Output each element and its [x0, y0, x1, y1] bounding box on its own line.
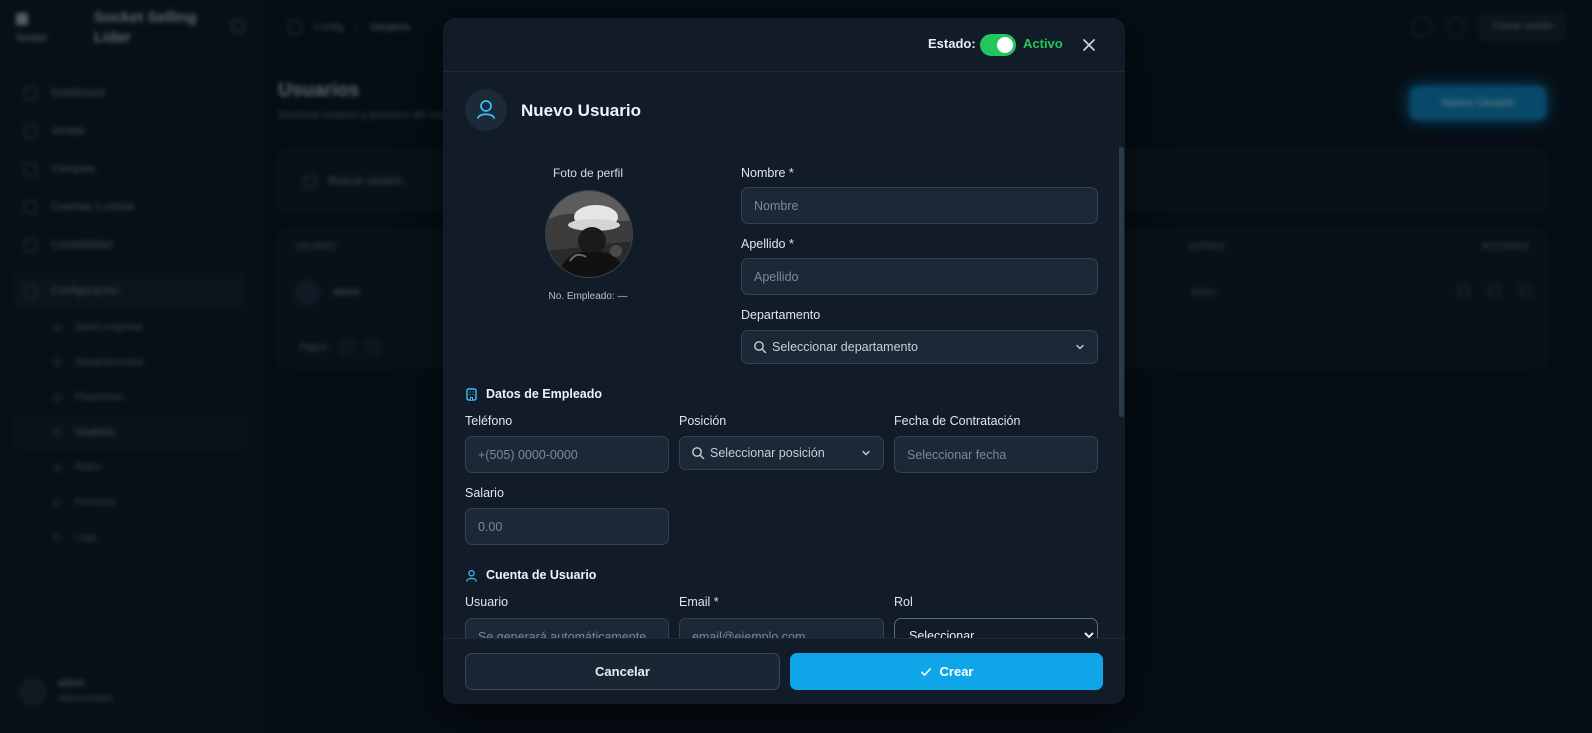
toggle-knob [997, 37, 1013, 53]
modal-header: Estado: Activo [443, 18, 1125, 72]
modal-body: Nuevo Usuario Foto de perfil No. Emplead… [443, 73, 1125, 638]
chevron-down-icon [862, 450, 870, 456]
modal-footer: Cancelar Crear [443, 638, 1125, 704]
cancel-button[interactable]: Cancelar [465, 653, 780, 690]
rol-select[interactable]: Seleccionar [894, 618, 1098, 638]
search-icon [754, 341, 767, 354]
usuario-field[interactable] [465, 618, 669, 638]
posicion-select-value: Seleccionar posición [710, 446, 825, 460]
photo-label: Foto de perfil [552, 166, 624, 180]
modal-scrollbar[interactable] [1117, 73, 1125, 638]
nombre-label: Nombre * [741, 166, 794, 180]
nombre-field[interactable] [741, 187, 1098, 224]
departamento-label: Departamento [741, 308, 821, 322]
new-user-modal: Estado: Activo Nuevo Usuario Foto de per… [443, 18, 1125, 704]
user-icon [466, 569, 477, 582]
apellido-field[interactable] [741, 258, 1098, 295]
scrollbar-thumb[interactable] [1119, 147, 1124, 417]
chevron-down-icon [1076, 344, 1084, 350]
departamento-select-value: Seleccionar departamento [772, 340, 918, 354]
posicion-select[interactable]: Seleccionar posición [679, 436, 884, 470]
telefono-label: Teléfono [465, 414, 513, 428]
close-icon[interactable] [1079, 35, 1099, 55]
profile-photo-image [546, 191, 632, 277]
section-account: Cuenta de Usuario [465, 568, 596, 582]
profile-photo[interactable] [545, 190, 633, 278]
status-value: Activo [1023, 36, 1063, 51]
email-label: Email * [679, 595, 719, 609]
user-icon [465, 89, 507, 131]
create-button-label: Crear [939, 664, 974, 679]
create-button[interactable]: Crear [790, 653, 1103, 690]
section-employee-title: Datos de Empleado [486, 387, 602, 401]
email-field[interactable] [679, 618, 884, 638]
telefono-field[interactable] [465, 436, 669, 473]
salario-field[interactable] [465, 508, 669, 545]
usuario-label: Usuario [465, 595, 509, 609]
section-account-title: Cuenta de Usuario [486, 568, 597, 582]
posicion-label: Posición [679, 414, 727, 428]
fecha-label: Fecha de Contratación [894, 414, 1021, 428]
apellido-label: Apellido * [741, 237, 794, 251]
salario-label: Salario [465, 486, 504, 500]
search-icon [692, 447, 705, 460]
departamento-select[interactable]: Seleccionar departamento [741, 330, 1098, 364]
section-employee: Datos de Empleado [465, 387, 602, 401]
employee-number: No. Empleado: — [548, 291, 628, 302]
status-toggle[interactable] [980, 34, 1016, 56]
status-label: Estado: [928, 36, 976, 51]
fecha-field[interactable] [894, 436, 1098, 473]
modal-title: Nuevo Usuario [521, 101, 641, 120]
rol-label: Rol [894, 595, 913, 609]
check-icon [920, 667, 931, 676]
building-icon [466, 387, 477, 401]
